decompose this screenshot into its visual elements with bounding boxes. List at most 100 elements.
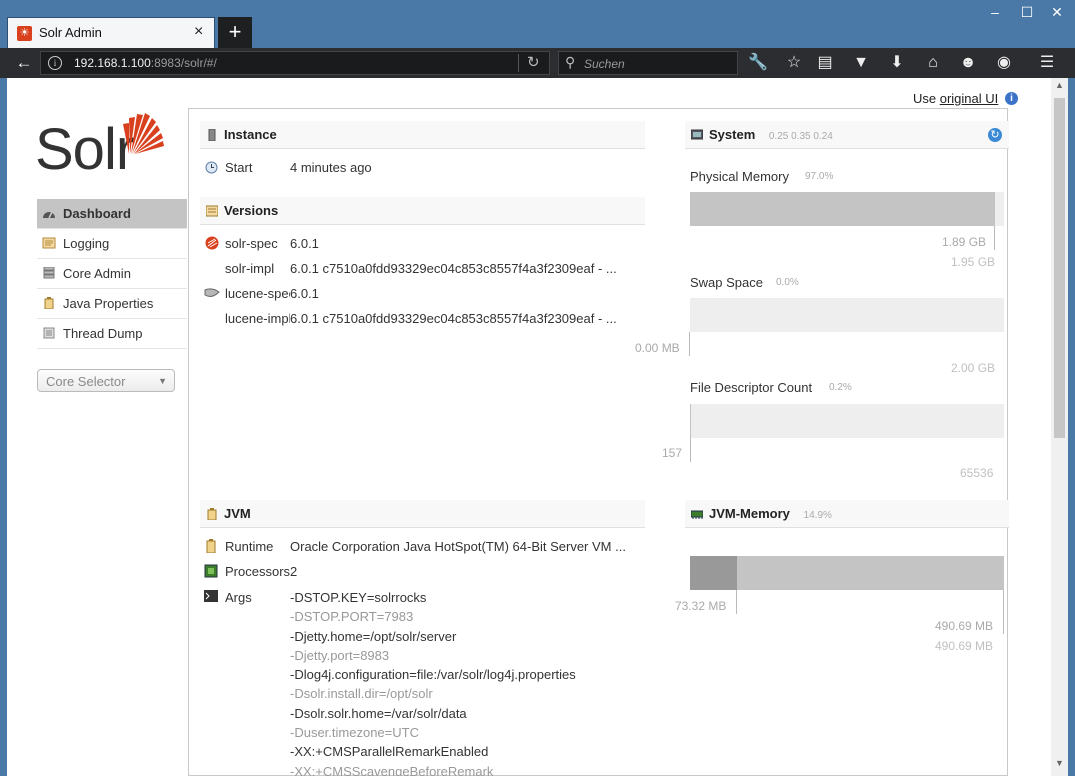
version-label: solr-spec xyxy=(225,236,278,251)
reading-list-icon[interactable]: ▤ xyxy=(811,51,839,75)
physical-memory-label: Physical Memory xyxy=(690,169,789,184)
reload-icon[interactable]: ↻ xyxy=(527,53,540,71)
jvm-arg: -Duser.timezone=UTC xyxy=(290,725,419,741)
pocket-icon[interactable]: ▼ xyxy=(847,51,875,75)
window-titlebar: ☀ Solr Admin × + – ☐ ✕ xyxy=(0,0,1075,48)
page-viewport: Use original UI i Solr Dashboard Logging… xyxy=(7,78,1051,776)
scroll-up-icon[interactable]: ▲ xyxy=(1051,80,1068,92)
search-bar[interactable]: ⚲ Suchen xyxy=(558,51,738,75)
scroll-thumb[interactable] xyxy=(1054,98,1065,438)
back-arrow-icon[interactable]: ← xyxy=(10,51,38,75)
url-bar[interactable]: i 192.168.1.100:8983/solr/#/ ↻ xyxy=(40,51,550,75)
nav-label: Java Properties xyxy=(63,296,154,311)
jvm-arg: -Dsolr.install.dir=/opt/solr xyxy=(290,686,433,702)
core-selector-dropdown[interactable]: Core Selector ▼ xyxy=(37,369,175,392)
version-label: solr-impl xyxy=(225,261,275,276)
nav-label: Core Admin xyxy=(63,266,131,281)
home-icon[interactable]: ⌂ xyxy=(919,51,947,75)
version-label: lucene-spec xyxy=(225,286,296,301)
system-load: 0.25 0.35 0.24 xyxy=(768,131,833,142)
help-icon[interactable]: i xyxy=(1005,92,1018,105)
tab-close-icon[interactable]: × xyxy=(194,23,203,41)
jvm-memory-max: 490.69 MB xyxy=(935,639,994,653)
runtime-label: Runtime xyxy=(225,539,274,554)
refresh-icon[interactable]: ↻ xyxy=(988,128,1002,142)
sidebar-nav: Dashboard Logging Core Admin Java Proper… xyxy=(37,199,187,349)
processors-value: 2 xyxy=(290,564,298,579)
jvm-icon xyxy=(207,508,217,520)
java-properties-icon xyxy=(44,297,54,309)
url-divider xyxy=(518,54,519,72)
swap-space-used: 0.00 MB xyxy=(635,341,680,355)
jvm-arg: -Dsolr.solr.home=/var/solr/data xyxy=(290,705,467,721)
solr-logo-icon[interactable] xyxy=(121,106,167,156)
nav-item-core-admin[interactable]: Core Admin xyxy=(37,259,187,289)
jvm-arg: -DSTOP.KEY=solrrocks xyxy=(290,590,427,605)
jvm-memory-title: JVM-Memory xyxy=(709,506,790,521)
scroll-down-icon[interactable]: ▼ xyxy=(1051,758,1068,770)
fd-used-tick xyxy=(690,438,691,462)
physical-memory-total: 1.95 GB xyxy=(951,255,996,269)
smiley-icon[interactable]: ☻ xyxy=(954,51,982,75)
search-icon: ⚲ xyxy=(565,54,576,70)
original-ui-link[interactable]: original UI xyxy=(940,91,999,106)
browser-tab[interactable]: ☀ Solr Admin × xyxy=(7,17,215,48)
nav-item-dashboard[interactable]: Dashboard xyxy=(37,199,187,229)
minimize-button[interactable]: – xyxy=(980,2,1010,22)
nav-label: Dashboard xyxy=(63,206,131,221)
nav-item-java-properties[interactable]: Java Properties xyxy=(37,289,187,319)
jvm-used-tick xyxy=(736,590,737,614)
lucene-spec-icon xyxy=(204,288,220,297)
swap-used-tick xyxy=(689,332,690,356)
page-scrollbar[interactable]: ▲ ▼ xyxy=(1051,78,1068,776)
version-value: 6.0.1 c7510a0fdd93329ec04c853c8557f4a3f2… xyxy=(290,261,617,276)
swap-space-bar xyxy=(690,298,1004,332)
url-path: :8983/solr/#/ xyxy=(150,56,217,70)
jvm-memory-percent: 14.9% xyxy=(803,510,832,521)
physical-memory-percent: 97.0% xyxy=(805,171,834,182)
solr-logo-text[interactable]: Solr xyxy=(35,116,135,183)
jvm-title: JVM xyxy=(224,506,251,521)
chevron-down-icon: ▼ xyxy=(158,376,167,386)
runtime-icon xyxy=(206,539,216,553)
jvm-arg: -Djetty.port=8983 xyxy=(290,647,390,663)
jvm-header: JVM xyxy=(200,500,645,528)
jvm-arg: -XX:+CMSParallelRemarkEnabled xyxy=(290,744,489,760)
wrench-icon[interactable]: 🔧 xyxy=(744,51,772,75)
clock-icon xyxy=(205,161,218,174)
file-descriptor-used: 157 xyxy=(662,446,683,460)
close-window-button[interactable]: ✕ xyxy=(1042,2,1072,22)
jvm-arg: -XX:+CMSScavengeBeforeRemark xyxy=(290,763,494,776)
new-tab-button[interactable]: + xyxy=(218,17,252,48)
file-descriptor-total: 65536 xyxy=(960,466,994,480)
nav-item-logging[interactable]: Logging xyxy=(37,229,187,259)
swap-space-percent: 0.0% xyxy=(776,277,799,288)
jvm-arg: -Djetty.home=/opt/solr/server xyxy=(290,628,457,644)
physical-memory-bar xyxy=(690,192,1004,226)
jvm-memory-header: JVM-Memory 14.9% xyxy=(685,500,1009,528)
file-descriptor-label: File Descriptor Count xyxy=(690,380,813,395)
use-original-ui: Use original UI xyxy=(913,91,998,106)
versions-icon xyxy=(206,205,218,217)
url-host: 192.168.1.100 xyxy=(74,56,151,70)
menu-icon[interactable]: ☰ xyxy=(1033,51,1061,75)
core-selector-label: Core Selector xyxy=(46,374,126,389)
globe-icon[interactable]: ◉ xyxy=(990,51,1018,75)
core-admin-icon xyxy=(43,267,55,279)
star-icon[interactable]: ☆ xyxy=(780,51,808,75)
args-label: Args xyxy=(225,590,252,605)
jvm-memory-committed: 490.69 MB xyxy=(935,619,994,633)
maximize-button[interactable]: ☐ xyxy=(1012,2,1042,22)
logging-icon xyxy=(42,237,56,249)
versions-title: Versions xyxy=(224,203,279,218)
url-text[interactable]: 192.168.1.100:8983/solr/#/ xyxy=(74,56,217,70)
terminal-icon xyxy=(204,590,218,602)
start-label: Start xyxy=(225,160,253,175)
nav-item-thread-dump[interactable]: Thread Dump xyxy=(37,319,187,349)
jvm-arg: -Dlog4j.configuration=file:/var/solr/log… xyxy=(290,667,576,683)
site-info-icon[interactable]: i xyxy=(48,56,62,70)
file-descriptor-fill xyxy=(690,404,691,438)
download-icon[interactable]: ⬇ xyxy=(883,51,911,75)
search-placeholder: Suchen xyxy=(584,57,625,71)
physical-used-tick xyxy=(994,226,995,250)
